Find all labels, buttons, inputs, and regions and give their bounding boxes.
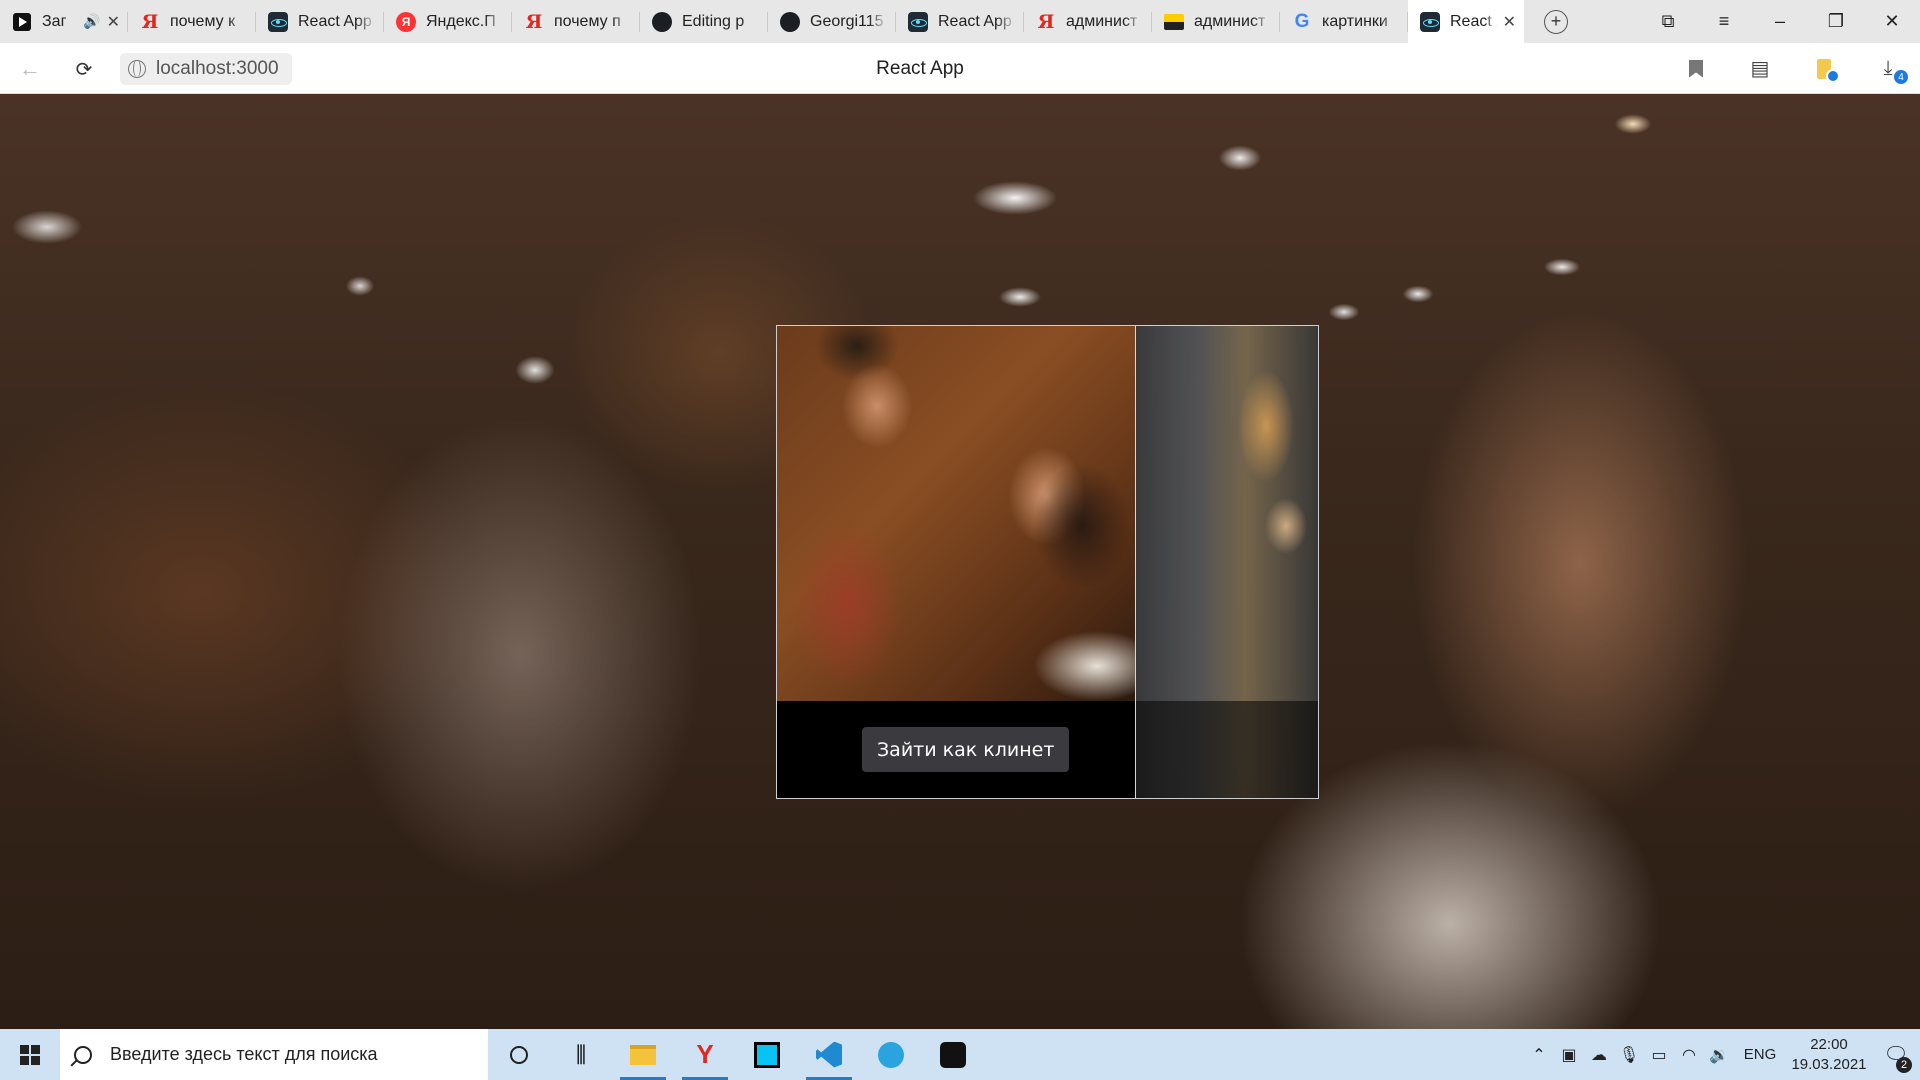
tab-close-icon[interactable]: ✕ (1503, 12, 1516, 32)
tab-title: админист (1066, 12, 1138, 30)
react-icon (268, 11, 288, 32)
tab-title: React App (938, 12, 1012, 30)
reader-mode-icon[interactable]: ▤ (1728, 56, 1792, 81)
app-icon[interactable] (922, 1029, 984, 1080)
login-as-client-button[interactable]: Зайти как клинет (862, 727, 1070, 772)
page-background-photo: Зайти как клинет (0, 94, 1920, 1029)
volume-icon[interactable]: 🔉 (1704, 1045, 1734, 1065)
wifi-icon[interactable]: ◠ (1674, 1045, 1704, 1065)
tab-google-images[interactable]: G картинки (1280, 0, 1408, 43)
minimize-button[interactable]: – (1752, 0, 1808, 43)
device-icon[interactable]: ▣ (1554, 1045, 1584, 1065)
vscode-icon[interactable] (798, 1029, 860, 1080)
file-explorer-icon[interactable] (612, 1029, 674, 1080)
tab-title: Editing p (682, 12, 745, 30)
new-tab-button[interactable]: + (1544, 9, 1568, 34)
tab-react-app-2[interactable]: React App (896, 0, 1024, 43)
downloads-icon[interactable]: ⤓ 4 (1856, 57, 1920, 84)
cloud-icon[interactable]: ☁ (1584, 1045, 1614, 1065)
client-panel: Зайти как клинет (777, 326, 1136, 798)
tab-github-profile[interactable]: Georgi115 (768, 0, 896, 43)
close-button[interactable]: ✕ (1864, 0, 1920, 43)
tab-images-admin[interactable]: админист (1152, 0, 1280, 43)
react-icon (908, 11, 928, 32)
tab-title: почему п (554, 12, 621, 30)
google-icon: G (1294, 10, 1310, 32)
cortana-icon[interactable] (488, 1029, 550, 1080)
clock-time: 22:00 (1810, 1035, 1848, 1053)
telegram-icon[interactable] (860, 1029, 922, 1080)
tab-title: React A (1450, 12, 1497, 30)
tab-title: Georgi115 (810, 12, 884, 30)
search-placeholder: Введите здесь текст для поиска (110, 1044, 378, 1064)
notifications-icon[interactable]: 🗨 2 (1872, 1042, 1920, 1073)
yandex-y-icon: Я (525, 10, 543, 33)
menu-icon[interactable]: ≡ (1696, 0, 1752, 43)
barber-photo (777, 326, 1135, 701)
tab-youtube[interactable]: Заг 🔊 ✕ (0, 0, 128, 43)
clock-date: 19.03.2021 (1791, 1055, 1867, 1073)
tab-react-app-active[interactable]: React A ✕ (1408, 0, 1524, 43)
restore-button[interactable]: ❐ (1808, 0, 1864, 43)
tab-strip: Заг 🔊 ✕ Я почему к React App Я Яндекс.П … (0, 0, 1920, 43)
github-icon (780, 11, 800, 32)
taskbar: Введите здесь текст для поиска ⫼ Y ⌃ ▣ ☁… (0, 1029, 1920, 1080)
react-icon (1420, 11, 1440, 32)
extension-icon[interactable] (1792, 58, 1856, 83)
tab-title: Заг (42, 12, 67, 30)
yandex-browser-icon: Я (396, 11, 416, 32)
battery-icon[interactable]: ▭ (1644, 1045, 1674, 1065)
system-tray: ⌃ ▣ ☁ 🎙 ▭ ◠ 🔉 ENG 22:00 19.03.2021 🗨 2 (1524, 1029, 1920, 1080)
tab-react-app-1[interactable]: React App (256, 0, 384, 43)
bookmark-icon[interactable] (1664, 59, 1728, 78)
tab-yandex-search-2[interactable]: Я почему п (512, 0, 640, 43)
yandex-browser-taskbar-icon[interactable]: Y (674, 1029, 736, 1080)
admin-panel-photo[interactable] (1136, 326, 1318, 798)
toolbar-right: ▤ ⤓ 4 (1664, 43, 1920, 94)
microphone-icon[interactable]: 🎙 (1614, 1045, 1644, 1065)
windows-start-icon[interactable] (0, 1029, 60, 1080)
tab-yandex-browser[interactable]: Я Яндекс.П (384, 0, 512, 43)
page-title: React App (876, 58, 964, 79)
yandex-y-icon: Я (1037, 10, 1055, 33)
tab-title: картинки (1322, 12, 1388, 30)
window-controls: ⧉ ≡ – ❐ ✕ (1640, 0, 1920, 43)
github-icon (652, 11, 672, 32)
login-card: Зайти как клинет (776, 325, 1319, 799)
tab-close-icon[interactable]: ✕ (107, 12, 120, 32)
tab-yandex-admin[interactable]: Я админист (1024, 0, 1152, 43)
language-indicator[interactable]: ENG (1734, 1046, 1786, 1063)
tab-title: почему к (170, 12, 236, 30)
tab-title: Яндекс.П (426, 12, 496, 30)
search-icon (74, 1045, 92, 1064)
tab-title: админист (1194, 12, 1266, 30)
tabs-overview-icon[interactable]: ⧉ (1640, 0, 1696, 43)
task-view-icon[interactable]: ⫼ (550, 1029, 612, 1080)
clock[interactable]: 22:00 19.03.2021 (1786, 1035, 1872, 1075)
webstorm-icon[interactable] (736, 1029, 798, 1080)
tab-title: React App (298, 12, 372, 30)
downloads-badge: 4 (1894, 70, 1908, 84)
yandex-y-icon: Я (141, 10, 159, 33)
youtube-icon (12, 12, 32, 32)
notifications-badge: 2 (1896, 1057, 1912, 1073)
tab-yandex-search-1[interactable]: Я почему к (128, 0, 256, 43)
taskbar-search-input[interactable]: Введите здесь текст для поиска (60, 1029, 488, 1080)
address-bar: ← ⟳ localhost:3000 React App ▤ ⤓ 4 (0, 43, 1920, 94)
chevron-up-icon[interactable]: ⌃ (1524, 1045, 1554, 1065)
speaker-icon[interactable]: 🔊 (83, 13, 100, 30)
tab-github-editing[interactable]: Editing p (640, 0, 768, 43)
image-icon (1164, 12, 1184, 32)
